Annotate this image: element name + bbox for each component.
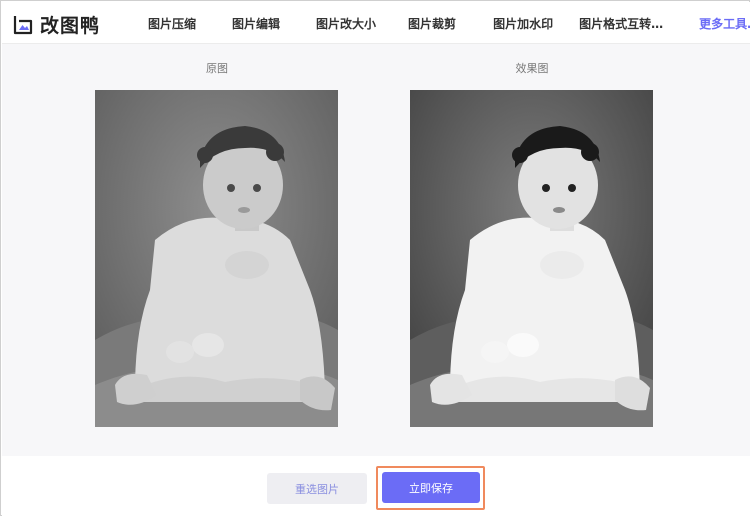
nav-item-edit[interactable]: 图片编辑 — [232, 15, 280, 32]
result-caption: 效果图 — [515, 62, 549, 75]
original-image — [95, 90, 338, 427]
brand-name: 改图鸭 — [40, 15, 101, 37]
action-bar: 重选图片 立即保存 — [2, 456, 750, 516]
nav-item-resize[interactable]: 图片改大小 — [316, 15, 376, 32]
top-navbar: 改图鸭 图片压缩 图片编辑 图片改大小 图片裁剪 图片加水印 图片格式互转… 更… — [2, 2, 750, 44]
nav-item-crop[interactable]: 图片裁剪 — [408, 15, 456, 32]
nav-item-watermark[interactable]: 图片加水印 — [493, 15, 553, 32]
logo-icon — [13, 15, 33, 34]
nav-more-tools[interactable]: 更多工具… — [699, 15, 750, 32]
brand-logo[interactable]: 改图鸭 — [12, 11, 100, 38]
reselect-image-button[interactable]: 重选图片 — [267, 473, 367, 504]
nav-item-format-convert[interactable]: 图片格式互转… — [579, 15, 663, 32]
result-image — [410, 90, 653, 427]
nav-item-compress[interactable]: 图片压缩 — [148, 15, 196, 32]
main-nav: 图片压缩 图片编辑 图片改大小 图片裁剪 图片加水印 图片格式互转… 更多工具… — [132, 2, 750, 44]
original-caption: 原图 — [206, 62, 228, 75]
compare-area: 原图 效果图 — [2, 44, 750, 456]
save-now-button[interactable]: 立即保存 — [382, 472, 480, 503]
app-window: 改图鸭 图片压缩 图片编辑 图片改大小 图片裁剪 图片加水印 图片格式互转… 更… — [0, 0, 750, 516]
